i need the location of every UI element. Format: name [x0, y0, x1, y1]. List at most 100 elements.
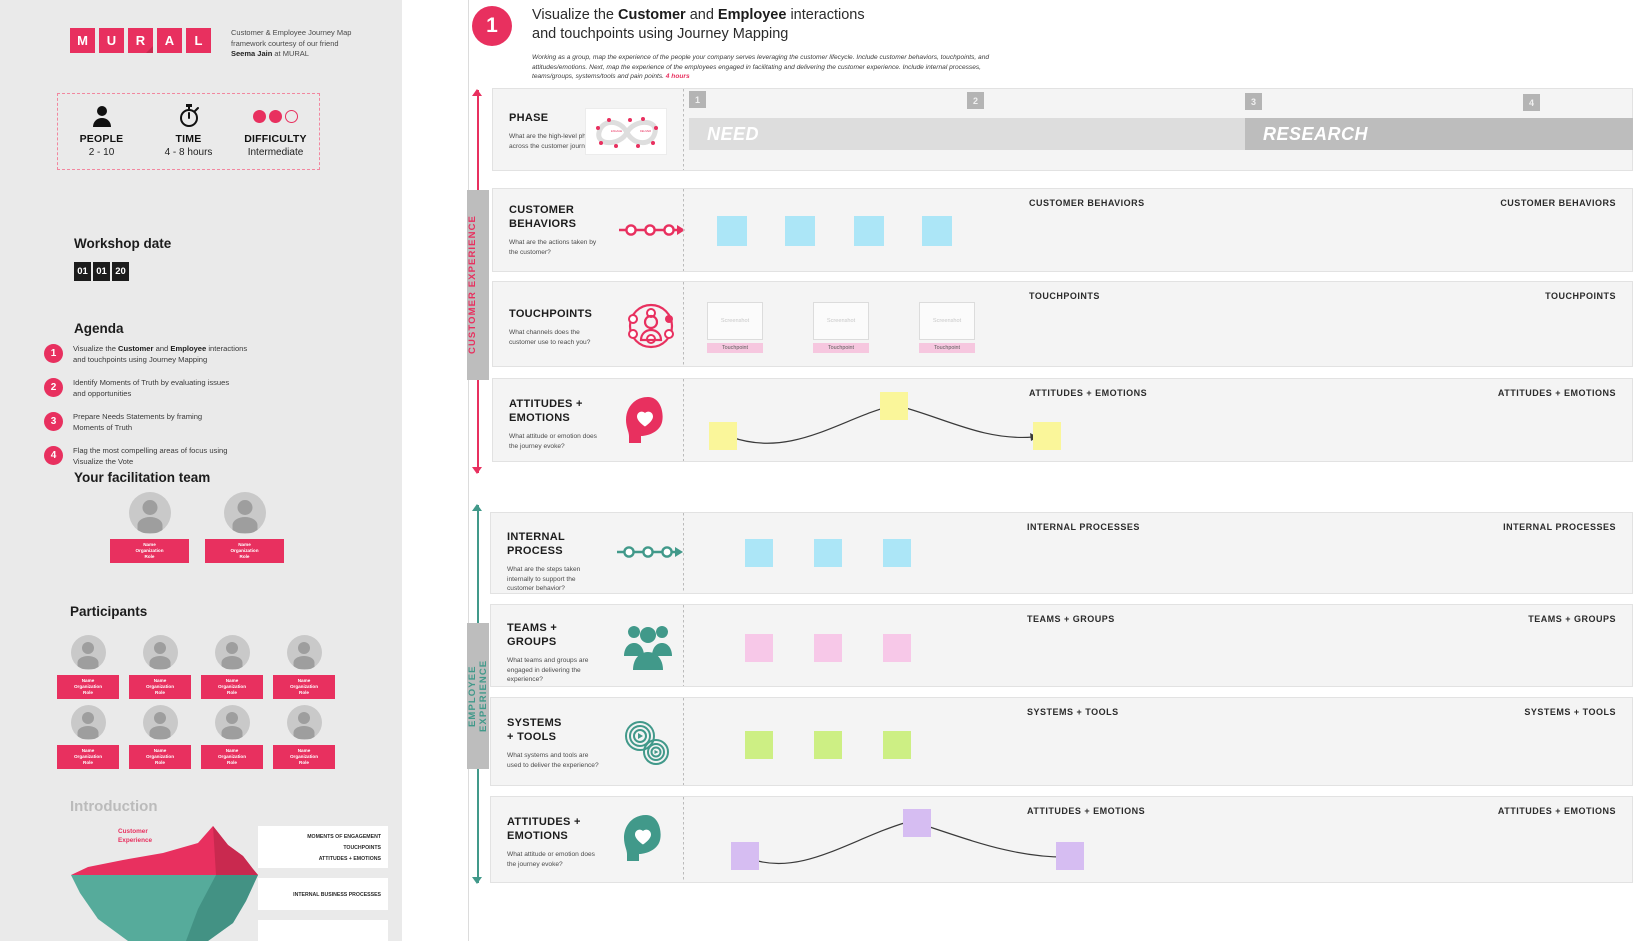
logo-letter-m: M [70, 28, 95, 53]
svg-text:DELIVER: DELIVER [640, 129, 651, 133]
row-title-line2: EMOTIONS [507, 830, 569, 842]
participant-avatar[interactable]: Name Organization Role [129, 635, 191, 699]
facilitator-avatar[interactable]: Name Organization Role [205, 492, 284, 563]
date-month[interactable]: 01 [93, 262, 110, 281]
participant-label: Name Organization Role [201, 745, 263, 769]
touchpoint-screenshot-card[interactable]: Screenshot [707, 302, 763, 340]
participant-avatar[interactable]: Name Organization Role [57, 635, 119, 699]
agenda-text-4: Flag the most compelling areas of focus … [73, 445, 283, 467]
sticky-note[interactable] [814, 731, 842, 759]
sticky-note[interactable] [717, 216, 747, 246]
phase-bar-research[interactable]: RESEARCH [1245, 118, 1633, 150]
svg-text:ENGAGE: ENGAGE [611, 129, 622, 133]
participant-label: Name Organization Role [201, 675, 263, 699]
touchpoint-screenshot-card[interactable]: Screenshot [919, 302, 975, 340]
sticky-note[interactable] [785, 216, 815, 246]
sticky-note[interactable] [883, 731, 911, 759]
touchpoint-card-label: Touchpoint [707, 343, 763, 353]
phase-column-divider [683, 89, 684, 170]
right-cap-customer-behaviors-1: CUSTOMER BEHAVIORS [1029, 198, 1145, 208]
row-title-line2: BEHAVIORS [509, 218, 577, 230]
participant-avatar[interactable]: Name Organization Role [129, 705, 191, 769]
agenda-text-3: Prepare Needs Statements by framing Mome… [73, 411, 283, 433]
sticky-note[interactable] [880, 392, 908, 420]
sticky-note[interactable] [922, 216, 952, 246]
agenda-2-line2: and opportunities [73, 389, 132, 398]
row-title-line1: ATTITUDES + [507, 816, 581, 828]
step-title-customer: Customer [617, 7, 686, 23]
row-title-line2: GROUPS [507, 636, 557, 648]
participant-role: Role [227, 760, 237, 765]
sticky-note[interactable] [731, 842, 759, 870]
phase-column-marker-1: 1 [689, 91, 706, 108]
infinity-lifecycle-icon: ENGAGE DELIVER [585, 108, 667, 155]
step-title-mid: and [685, 7, 718, 23]
row-title-line2: PROCESS [507, 545, 563, 557]
participant-avatar[interactable]: Name Organization Role [201, 635, 263, 699]
agenda-item-3[interactable]: 3 Prepare Needs Statements by framing Mo… [44, 411, 344, 433]
agenda-3-pre: Prepare Needs Statements by framing [73, 412, 203, 421]
right-cap-touchpoints-2: TOUCHPOINTS [1545, 291, 1616, 301]
touchpoint-card-placeholder: Screenshot [720, 318, 750, 324]
sticky-note[interactable] [1056, 842, 1084, 870]
participant-avatar[interactable]: Name Organization Role [201, 705, 263, 769]
sticky-note[interactable] [814, 539, 842, 567]
right-cap-touchpoints-1: TOUCHPOINTS [1029, 291, 1100, 301]
phase-bar-need[interactable]: NEED [689, 118, 1245, 150]
agenda-1-post: interactions [206, 344, 248, 353]
sticky-note[interactable] [745, 731, 773, 759]
touchpoint-screenshot-card[interactable]: Screenshot [813, 302, 869, 340]
employee-experience-label: EMPLOYEE EXPERIENCE [467, 623, 489, 769]
agenda-item-1[interactable]: 1 Visualize the Customer and Employee in… [44, 343, 344, 365]
sticky-note[interactable] [814, 634, 842, 662]
svg-text:ATTITUDES + EMOTIONS: ATTITUDES + EMOTIONS [319, 856, 382, 862]
participant-role: Role [299, 760, 309, 765]
participant-label: Name Organization Role [129, 745, 191, 769]
participant-label: Name Organization Role [273, 745, 335, 769]
participant-avatar[interactable]: Name Organization Role [273, 705, 335, 769]
row-touchpoints: TOUCHPOINTS What channels does the custo… [492, 281, 1633, 367]
sticky-note[interactable] [854, 216, 884, 246]
participant-role: Role [83, 760, 93, 765]
row-title-teams-groups: TEAMS + GROUPS [507, 621, 603, 649]
date-day[interactable]: 01 [74, 262, 91, 281]
agenda-1-b2: Employee [170, 344, 207, 353]
row-column-divider [683, 513, 684, 593]
agenda-number-3: 3 [44, 412, 63, 431]
logo-letter-r: R [128, 28, 153, 53]
sticky-note[interactable] [745, 634, 773, 662]
agenda-text-2: Identify Moments of Truth by evaluating … [73, 377, 283, 399]
agenda-item-4[interactable]: 4 Flag the most compelling areas of focu… [44, 445, 344, 467]
meta-difficulty-title: DIFFICULTY [244, 133, 307, 145]
person-icon [58, 105, 144, 127]
logo-caption-line2: framework courtesy of our friend [231, 38, 339, 48]
logo-letter-l: L [186, 28, 211, 53]
participant-avatar[interactable]: Name Organization Role [273, 635, 335, 699]
sticky-note[interactable] [1033, 422, 1061, 450]
agenda-item-2[interactable]: 2 Identify Moments of Truth by evaluatin… [44, 377, 344, 399]
row-teams-groups-left: TEAMS + GROUPS What teams and groups are… [507, 621, 603, 685]
right-cap-systems-tools-2: SYSTEMS + TOOLS [1524, 707, 1616, 717]
workshop-meta-box: PEOPLE 2 - 10 TIME 4 - 8 hours DIFFICULT… [57, 93, 320, 170]
emotion-curve-employee [750, 817, 1078, 865]
participant-label: Name Organization Role [57, 745, 119, 769]
facilitator-avatar[interactable]: Name Organization Role [110, 492, 189, 563]
sticky-note[interactable] [883, 634, 911, 662]
sticky-note[interactable] [903, 809, 931, 837]
participants-row-1: Name Organization Role Name Organization… [57, 635, 335, 699]
logo-caption-line1: Customer & Employee Journey Map [231, 28, 352, 37]
row-title-line1: TEAMS + [507, 622, 558, 634]
participant-avatar[interactable]: Name Organization Role [57, 705, 119, 769]
introduction-heading: Introduction [70, 798, 158, 815]
step-number-badge: 1 [472, 6, 512, 46]
customer-rail-arrow-down [472, 467, 482, 474]
row-question-touchpoints: What channels does the customer use to r… [509, 329, 591, 346]
sticky-note[interactable] [883, 539, 911, 567]
right-cap-teams-groups-2: TEAMS + GROUPS [1528, 614, 1616, 624]
workshop-date-boxes[interactable]: 01 01 20 [74, 262, 129, 281]
agenda-number-1: 1 [44, 344, 63, 363]
sticky-note[interactable] [745, 539, 773, 567]
sticky-note[interactable] [709, 422, 737, 450]
date-year[interactable]: 20 [112, 262, 129, 281]
agenda-list: 1 Visualize the Customer and Employee in… [44, 343, 344, 479]
